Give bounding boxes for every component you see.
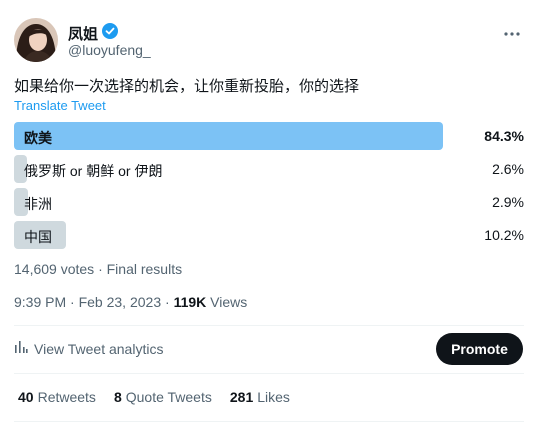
view-analytics-label: View Tweet analytics xyxy=(34,340,164,357)
views-label: Views xyxy=(210,294,248,310)
likes-stat[interactable]: 281 Likes xyxy=(230,389,290,405)
translate-tweet-link[interactable]: Translate Tweet xyxy=(14,98,106,113)
retweets-stat[interactable]: 40 Retweets xyxy=(18,389,96,405)
poll: 欧美 84.3% 俄罗斯 or 朝鲜 or 伊朗 2.6% 非洲 2.9% 中国… xyxy=(14,122,524,254)
poll-option-label: 欧美 xyxy=(24,130,52,146)
bar-chart-icon xyxy=(14,340,28,357)
more-dots-icon[interactable] xyxy=(502,24,522,44)
engagement-stats: 40 Retweets 8 Quote Tweets 281 Likes xyxy=(18,389,290,405)
retweets-label: Retweets xyxy=(37,389,96,405)
promote-button[interactable]: Promote xyxy=(436,333,523,365)
likes-count: 281 xyxy=(229,389,254,405)
quotes-stat[interactable]: 8 Quote Tweets xyxy=(114,389,212,405)
separator: · xyxy=(70,294,75,310)
poll-votes: 14,609 votes xyxy=(14,261,95,277)
display-name[interactable]: 凤姐 xyxy=(68,23,98,44)
quotes-label: Quote Tweets xyxy=(125,389,212,405)
tweet-timestamp: 9:39 PM · Feb 23, 2023 · 119K Views xyxy=(14,294,247,310)
likes-label: Likes xyxy=(257,389,290,405)
tweet-date[interactable]: Feb 23, 2023 xyxy=(79,294,162,310)
tweet-time[interactable]: 9:39 PM xyxy=(14,294,66,310)
retweets-count: 40 xyxy=(18,389,34,405)
poll-status: Final results xyxy=(106,261,183,277)
quotes-count: 8 xyxy=(113,389,122,405)
separator: · xyxy=(165,294,170,310)
poll-option: 中国 10.2% xyxy=(14,221,524,249)
poll-bar xyxy=(14,122,443,150)
user-handle[interactable]: @luoyufeng_ xyxy=(68,42,151,58)
tweet-header: 凤姐 @luoyufeng_ xyxy=(14,18,526,64)
poll-option-percent: 10.2% xyxy=(484,227,524,243)
separator: · xyxy=(98,261,103,277)
views-count: 119K xyxy=(173,294,207,310)
poll-option-percent: 2.6% xyxy=(492,161,524,177)
view-analytics-link[interactable]: View Tweet analytics xyxy=(14,340,163,357)
poll-option: 欧美 84.3% xyxy=(14,122,524,150)
avatar[interactable] xyxy=(14,18,58,62)
poll-option: 俄罗斯 or 朝鲜 or 伊朗 2.6% xyxy=(14,155,524,183)
poll-option-percent: 84.3% xyxy=(484,128,524,144)
poll-option-label: 非洲 xyxy=(24,196,52,212)
divider xyxy=(14,325,524,326)
poll-option-percent: 2.9% xyxy=(492,194,524,210)
divider xyxy=(14,421,524,422)
poll-results-meta: 14,609 votes · Final results xyxy=(14,261,182,277)
poll-option: 非洲 2.9% xyxy=(14,188,524,216)
poll-option-label: 中国 xyxy=(24,229,52,245)
divider xyxy=(14,373,524,374)
verified-badge-icon xyxy=(102,23,119,44)
poll-option-label: 俄罗斯 or 朝鲜 or 伊朗 xyxy=(24,163,163,179)
tweet-text: 如果给你一次选择的机会，让你重新投胎，你的选择 xyxy=(14,78,360,95)
